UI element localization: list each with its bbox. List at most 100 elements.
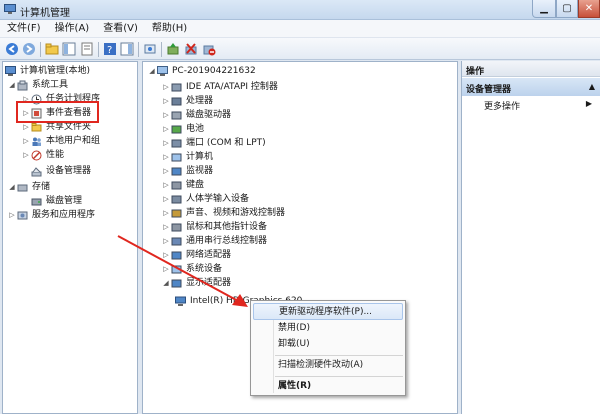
- device-category-icon: [171, 223, 182, 231]
- device-category-row[interactable]: ▷ 磁盘驱动器: [161, 108, 231, 122]
- expand-arrow-icon[interactable]: ▷: [161, 206, 171, 220]
- device-category-icon: [171, 265, 182, 273]
- collapse-arrow-icon[interactable]: ◢: [7, 78, 17, 92]
- menu-help[interactable]: 帮助(H): [145, 20, 194, 37]
- device-manager-icon: [31, 166, 42, 176]
- uninstall-device-icon[interactable]: [184, 42, 198, 56]
- collapse-arrow-icon[interactable]: ◢: [7, 180, 17, 194]
- expand-arrow-icon[interactable]: ▷: [161, 136, 171, 150]
- shared-folder-icon: [31, 122, 42, 131]
- system-tools-icon: [17, 80, 28, 90]
- computer-management-icon: [4, 4, 16, 14]
- computer-name: PC-201904221632: [172, 66, 256, 76]
- expand-arrow-icon[interactable]: ▷: [7, 208, 17, 222]
- device-category-row[interactable]: ◢ 显示适配器: [161, 276, 231, 290]
- expand-arrow-icon[interactable]: ▷: [161, 164, 171, 178]
- expand-arrow-icon[interactable]: ▷: [161, 234, 171, 248]
- toolbar: ?: [0, 37, 600, 60]
- context-menu: 更新驱动程序软件(P)... 禁用(D) 卸载(U) 扫描检测硬件改动(A) 属…: [250, 300, 406, 396]
- show-hide-tree-icon[interactable]: [62, 42, 76, 56]
- expand-arrow-icon[interactable]: ▷: [21, 148, 31, 162]
- expand-arrow-icon[interactable]: ▷: [161, 108, 171, 122]
- tree-item-storage[interactable]: ◢ 存储: [7, 180, 50, 194]
- menu-item-disable[interactable]: 禁用(D): [253, 320, 403, 337]
- expand-arrow-icon[interactable]: ▷: [21, 134, 31, 148]
- expand-arrow-icon[interactable]: ▷: [161, 248, 171, 262]
- device-category-row[interactable]: ▷ 网络适配器: [161, 248, 231, 262]
- maximize-button[interactable]: ▢: [556, 0, 578, 18]
- actions-section-device-manager[interactable]: 设备管理器 ▲: [462, 78, 600, 96]
- computer-icon: [157, 65, 168, 76]
- tree-item-local-users[interactable]: ▷ 本地用户和组: [21, 134, 100, 148]
- menu-action[interactable]: 操作(A): [48, 20, 97, 37]
- disable-device-icon[interactable]: [202, 42, 216, 56]
- menu-file[interactable]: 文件(F): [0, 20, 48, 37]
- tree-item-device-manager[interactable]: 设备管理器: [31, 164, 91, 178]
- device-category-row[interactable]: ▷ 电池: [161, 122, 204, 136]
- expand-arrow-icon[interactable]: ▷: [161, 192, 171, 206]
- device-tree-root[interactable]: ◢ PC-201904221632: [147, 64, 256, 78]
- device-category-row[interactable]: ▷ 处理器: [161, 94, 213, 108]
- actions-header: 操作: [462, 61, 600, 77]
- minimize-button[interactable]: ▁: [532, 0, 556, 18]
- device-category-label: 人体学输入设备: [186, 194, 250, 204]
- device-category-row[interactable]: ▷ 系统设备: [161, 262, 222, 276]
- tree-item-performance[interactable]: ▷ 性能: [21, 148, 64, 162]
- device-category-row[interactable]: ▷ 监视器: [161, 164, 213, 178]
- tree-item-label: 系统工具: [32, 80, 69, 90]
- device-category-row[interactable]: ▷ 鼠标和其他指针设备: [161, 220, 267, 234]
- device-category-label: 显示适配器: [186, 278, 232, 288]
- scan-hardware-icon[interactable]: [143, 42, 157, 56]
- tree-item-system-tools[interactable]: ◢ 系统工具: [7, 78, 68, 92]
- forward-arrow-icon[interactable]: [22, 42, 36, 56]
- export-list-icon[interactable]: [80, 42, 94, 56]
- collapse-up-icon[interactable]: ▲: [589, 82, 595, 91]
- device-category-row[interactable]: ▷ IDE ATA/ATAPI 控制器: [161, 80, 278, 94]
- tree-item-label: 存储: [32, 182, 51, 192]
- storage-icon: [17, 184, 28, 191]
- close-button[interactable]: ✕: [578, 0, 600, 18]
- device-category-icon: [171, 97, 182, 105]
- device-category-row[interactable]: ▷ 键盘: [161, 178, 204, 192]
- tree-item-label: 设备管理器: [46, 166, 92, 176]
- help-icon[interactable]: ?: [103, 42, 117, 56]
- device-category-row[interactable]: ▷ 端口 (COM 和 LPT): [161, 136, 265, 150]
- expand-arrow-icon[interactable]: ▷: [161, 220, 171, 234]
- device-category-label: 处理器: [186, 96, 214, 106]
- device-category-icon: [171, 237, 182, 245]
- menu-item-scan-hardware[interactable]: 扫描检测硬件改动(A): [253, 357, 403, 374]
- expand-arrow-icon[interactable]: ▷: [161, 80, 171, 94]
- update-driver-icon[interactable]: [166, 42, 180, 56]
- expand-arrow-icon[interactable]: ▷: [161, 94, 171, 108]
- back-arrow-icon[interactable]: [5, 42, 19, 56]
- device-category-row[interactable]: ▷ 计算机: [161, 150, 213, 164]
- tree-item-root[interactable]: 计算机管理(本地): [5, 64, 90, 78]
- collapse-arrow-icon[interactable]: ◢: [161, 276, 171, 290]
- device-category-icon: [171, 153, 182, 161]
- expand-arrow-icon[interactable]: ▷: [161, 262, 171, 276]
- device-category-row[interactable]: ▷ 声音、视频和游戏控制器: [161, 206, 285, 220]
- device-category-row[interactable]: ▷ 人体学输入设备: [161, 192, 249, 206]
- expand-arrow-icon[interactable]: ▷: [161, 122, 171, 136]
- menu-separator: [275, 376, 403, 377]
- tree-item-services[interactable]: ▷ 服务和应用程序: [7, 208, 95, 222]
- menu-view[interactable]: 查看(V): [96, 20, 145, 37]
- more-actions-link[interactable]: 更多操作: [484, 99, 520, 112]
- expand-arrow-icon[interactable]: ▷: [161, 178, 171, 192]
- menu-item-properties[interactable]: 属性(R): [253, 378, 403, 395]
- device-category-row[interactable]: ▷ 通用串行总线控制器: [161, 234, 267, 248]
- up-folder-icon[interactable]: [45, 42, 59, 56]
- tree-item-disk-management[interactable]: 磁盘管理: [21, 194, 82, 208]
- disk-icon: [31, 198, 42, 205]
- menu-item-update-driver[interactable]: 更新驱动程序软件(P)...: [253, 303, 403, 320]
- submenu-arrow-icon: ▶: [585, 99, 592, 108]
- svg-text:?: ?: [107, 45, 112, 56]
- device-category-label: 监视器: [186, 166, 214, 176]
- expand-arrow-icon[interactable]: ▷: [161, 150, 171, 164]
- device-category-label: 键盘: [186, 180, 205, 190]
- menu-item-uninstall[interactable]: 卸载(U): [253, 336, 403, 353]
- tree-item-label: 磁盘管理: [46, 196, 83, 206]
- collapse-arrow-icon[interactable]: ◢: [147, 64, 157, 78]
- show-action-pane-icon[interactable]: [120, 42, 134, 56]
- toolbar-separator: [138, 42, 139, 57]
